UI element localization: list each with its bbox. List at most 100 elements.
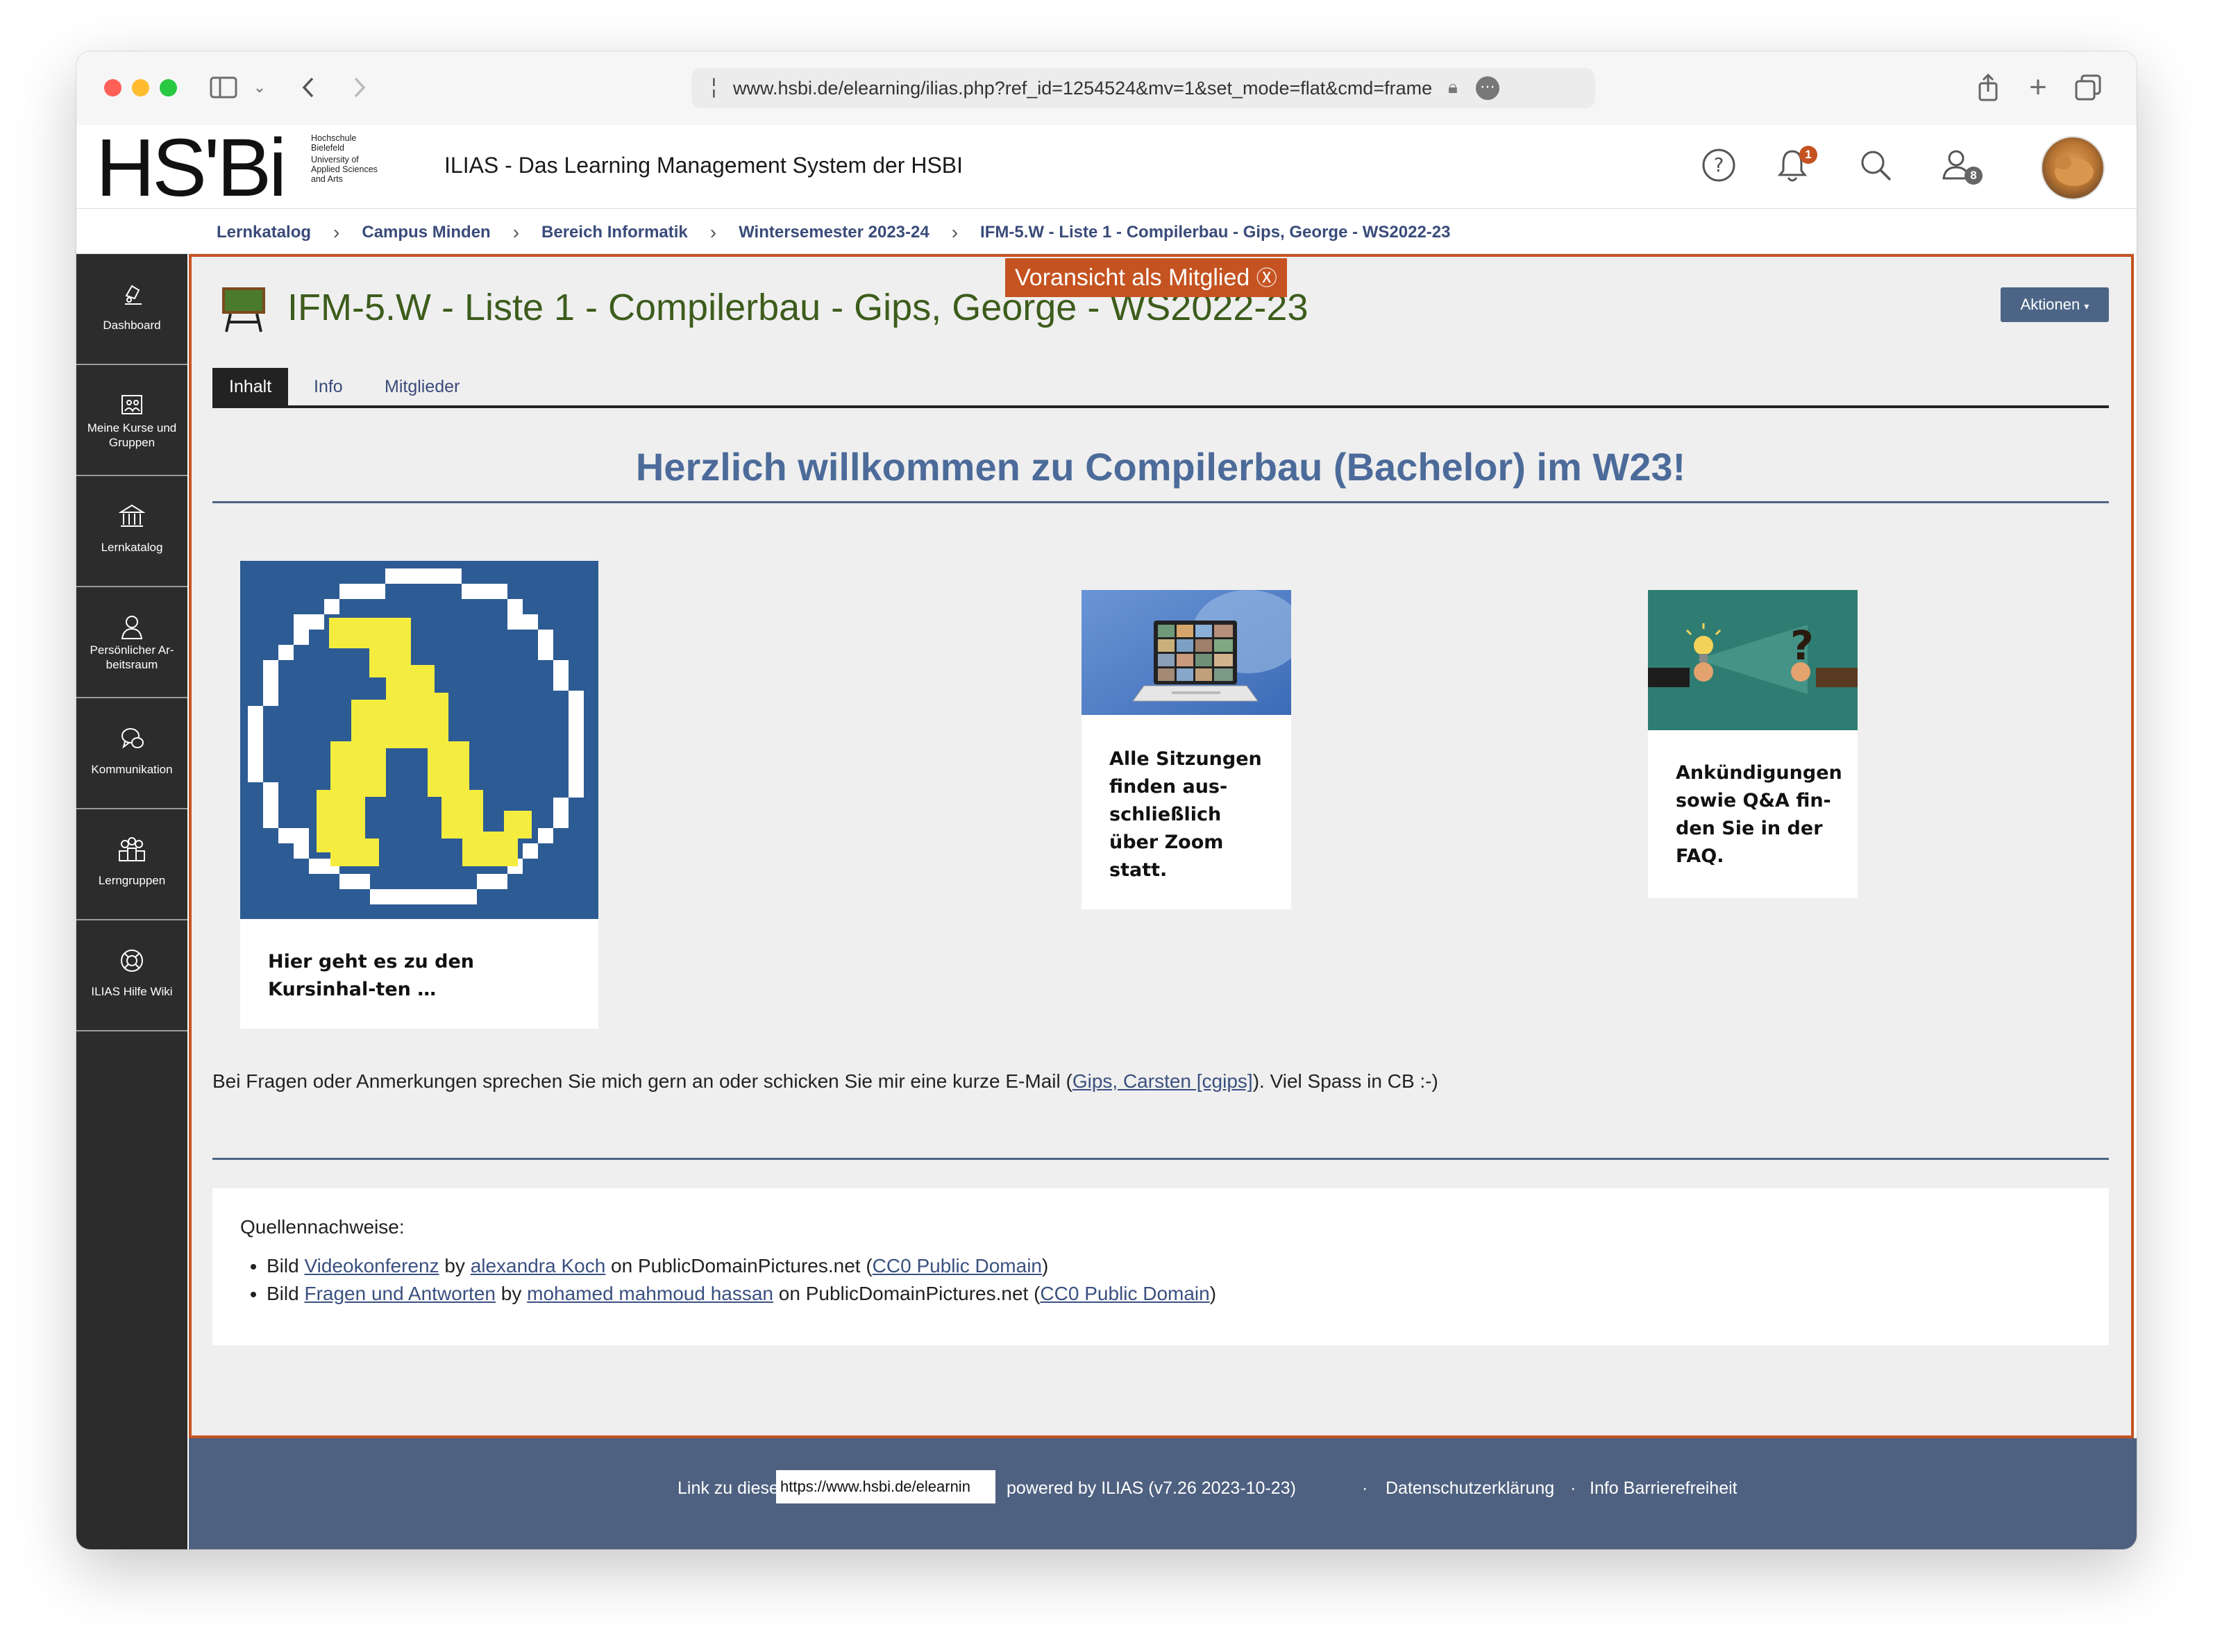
- source-item: Bild Fragen und Antworten by mohamed mah…: [267, 1280, 1216, 1308]
- source-text: by: [439, 1255, 471, 1276]
- dashboard-icon: [125, 285, 142, 305]
- sidebar-item-help-wiki[interactable]: ILIAS Hilfe Wiki: [76, 920, 187, 1031]
- logo-sub-line: Bielefeld: [311, 143, 344, 153]
- permalink-input[interactable]: https://www.hsbi.de/elearnin: [776, 1470, 995, 1503]
- source-work-link[interactable]: Fragen und Antworten: [304, 1283, 496, 1304]
- qa-image: ?: [1648, 590, 1858, 730]
- help-icon[interactable]: ?: [1697, 143, 1741, 187]
- breadcrumb-campus-minden[interactable]: Campus Minden: [362, 223, 490, 242]
- chevron-down-icon[interactable]: ⌄: [243, 71, 276, 104]
- sidebar-item-my-courses[interactable]: Meine Kurse und Gruppen: [76, 365, 187, 476]
- welcome-heading: Herzlich willkommen zu Compilerbau (Bach…: [635, 445, 1686, 489]
- minimize-window-button[interactable]: [132, 79, 149, 96]
- tab-info[interactable]: Info: [297, 368, 360, 405]
- sources-list: Bild Videokonferenz by alexandra Koch on…: [240, 1252, 1216, 1308]
- source-text: on PublicDomainPictures.net (: [605, 1255, 873, 1276]
- page-footer: Link zu dieser Seite https://www.hsbi.de…: [189, 1438, 2137, 1549]
- source-text: on PublicDomainPictures.net (: [773, 1283, 1041, 1304]
- video-conference-image: [1082, 590, 1291, 715]
- sidebar-item-communication[interactable]: Kommunikation: [76, 698, 187, 809]
- chevron-right-icon: ›: [709, 221, 717, 243]
- main-content: IFM-5.W - Liste 1 - Compilerbau - Gips, …: [189, 254, 2134, 1438]
- source-text: by: [495, 1283, 528, 1304]
- accessibility-link[interactable]: Info Barrierefreiheit: [1590, 1478, 1737, 1499]
- sidebar-item-study-groups[interactable]: Lerngruppen: [76, 809, 187, 920]
- email-link[interactable]: Gips, Carsten [cgips]: [1072, 1070, 1253, 1092]
- courses-icon: [121, 395, 142, 414]
- back-icon[interactable]: [292, 71, 325, 104]
- source-license-link[interactable]: CC0 Public Domain: [873, 1255, 1042, 1276]
- lambda-image: [240, 561, 598, 919]
- source-license-link[interactable]: CC0 Public Domain: [1040, 1283, 1209, 1304]
- url-text[interactable]: www.hsbi.de/elearning/ilias.php?ref_id=1…: [733, 78, 1455, 99]
- sidebar-label: Persönlicher Ar-beitsraum: [90, 643, 174, 671]
- more-icon[interactable]: ⋯: [1476, 76, 1499, 100]
- sidebar-item-lernkatalog[interactable]: Lernkatalog: [76, 476, 187, 587]
- communication-icon: [121, 728, 144, 749]
- breadcrumb: Lernkatalog › Campus Minden › Bereich In…: [76, 209, 2137, 254]
- card-text: Ankündigungen sowie Q&A fin-den Sie in d…: [1676, 762, 1842, 867]
- browser-window: ⌄ ╎ www.hsbi.de/elearning/ilias.php?ref_…: [76, 51, 2137, 1549]
- help-wiki-icon: [121, 950, 143, 972]
- card-text: Alle Sitzungen finden aus-schließlich üb…: [1109, 748, 1262, 881]
- sources-box: Quellennachweise: Bild Videokonferenz by…: [212, 1188, 2109, 1345]
- card-text: Hier geht es zu den Kursinhal-ten …: [268, 951, 475, 1000]
- source-work-link[interactable]: Videokonferenz: [304, 1255, 439, 1276]
- sidebar-label: Dashboard: [103, 319, 161, 332]
- sidebar-item-dashboard[interactable]: Dashboard: [76, 254, 187, 365]
- notifications-icon[interactable]: 1: [1770, 143, 1817, 187]
- study-groups-icon: [119, 837, 145, 861]
- tab-inhalt[interactable]: Inhalt: [212, 368, 289, 405]
- contact-suffix: ). Viel Spass in CB :-): [1252, 1070, 1438, 1092]
- source-author-link[interactable]: alexandra Koch: [471, 1255, 606, 1276]
- sidebar-label: Kommunikation: [91, 763, 173, 776]
- close-window-button[interactable]: [104, 79, 121, 96]
- chevron-right-icon: ›: [333, 221, 340, 243]
- forward-icon[interactable]: [343, 71, 376, 104]
- zoom-window-button[interactable]: [160, 79, 177, 96]
- site-title: ILIAS - Das Learning Management System d…: [444, 153, 964, 178]
- personal-workspace-icon: [121, 616, 143, 639]
- sources-heading: Quellennachweise:: [240, 1216, 405, 1238]
- browser-toolbar: ⌄ ╎ www.hsbi.de/elearning/ilias.php?ref_…: [76, 51, 2137, 126]
- sidebar-label: ILIAS Hilfe Wiki: [91, 985, 173, 998]
- new-tab-icon[interactable]: +: [2021, 70, 2055, 104]
- member-preview-badge[interactable]: Voransicht als Mitglied Ⓧ: [1005, 258, 1287, 297]
- course-content-card[interactable]: Hier geht es zu den Kursinhal-ten …: [240, 561, 598, 1029]
- breadcrumb-current-course[interactable]: IFM-5.W - Liste 1 - Compilerbau - Gips, …: [980, 223, 1450, 242]
- breadcrumb-bereich-informatik[interactable]: Bereich Informatik: [541, 223, 688, 242]
- footer-separator: ·: [1362, 1478, 1368, 1498]
- reader-icon[interactable]: ╎: [708, 76, 720, 99]
- privacy-link[interactable]: Datenschutzerklärung: [1386, 1478, 1554, 1499]
- ilias-header: HS'Bi Hochschule Bielefeld University of…: [76, 125, 2137, 209]
- tabs-icon[interactable]: [2071, 71, 2105, 104]
- sidebar-label: Meine Kurse und Gruppen: [87, 421, 177, 449]
- sidebar-label: Lerngruppen: [98, 874, 166, 887]
- breadcrumb-lernkatalog[interactable]: Lernkatalog: [217, 223, 311, 242]
- user-avatar[interactable]: [2041, 136, 2105, 200]
- logo-subtitle: Hochschule Bielefeld University of Appli…: [311, 133, 408, 184]
- breadcrumb-wintersemester[interactable]: Wintersemester 2023-24: [739, 223, 929, 242]
- faq-card[interactable]: ? Ankündigungen sowie Q&A fin-den Sie in…: [1648, 590, 1858, 898]
- contacts-icon[interactable]: 8: [1937, 143, 1983, 187]
- address-bar[interactable]: ╎ www.hsbi.de/elearning/ilias.php?ref_id…: [691, 68, 1595, 108]
- hsbi-logo[interactable]: HS'Bi: [96, 127, 287, 209]
- search-icon[interactable]: [1853, 143, 1898, 187]
- close-circle-icon[interactable]: Ⓧ: [1256, 267, 1277, 290]
- share-icon[interactable]: [1971, 71, 2005, 104]
- tab-mitglieder[interactable]: Mitglieder: [368, 368, 476, 405]
- source-author-link[interactable]: mohamed mahmoud hassan: [527, 1283, 773, 1304]
- contact-prefix: Bei Fragen oder Anmerkungen sprechen Sie…: [212, 1070, 1072, 1092]
- zoom-sessions-card[interactable]: Alle Sitzungen finden aus-schließlich üb…: [1082, 590, 1291, 909]
- source-text: ): [1209, 1283, 1217, 1304]
- actions-button[interactable]: Aktionen ▾: [2001, 287, 2109, 322]
- content-tabs: Inhalt Info Mitglieder: [212, 368, 2109, 408]
- source-text: Bild: [267, 1283, 305, 1304]
- sidebar-item-personal-workspace[interactable]: Persönlicher Ar-beitsraum: [76, 587, 187, 698]
- contact-text: Bei Fragen oder Anmerkungen sprechen Sie…: [212, 1070, 1438, 1093]
- footer-separator: ·: [1570, 1478, 1576, 1498]
- chevron-right-icon: ›: [951, 221, 959, 243]
- sidebar-label: Lernkatalog: [101, 541, 163, 554]
- sidebar-icon[interactable]: [207, 71, 240, 104]
- source-text: ): [1042, 1255, 1049, 1276]
